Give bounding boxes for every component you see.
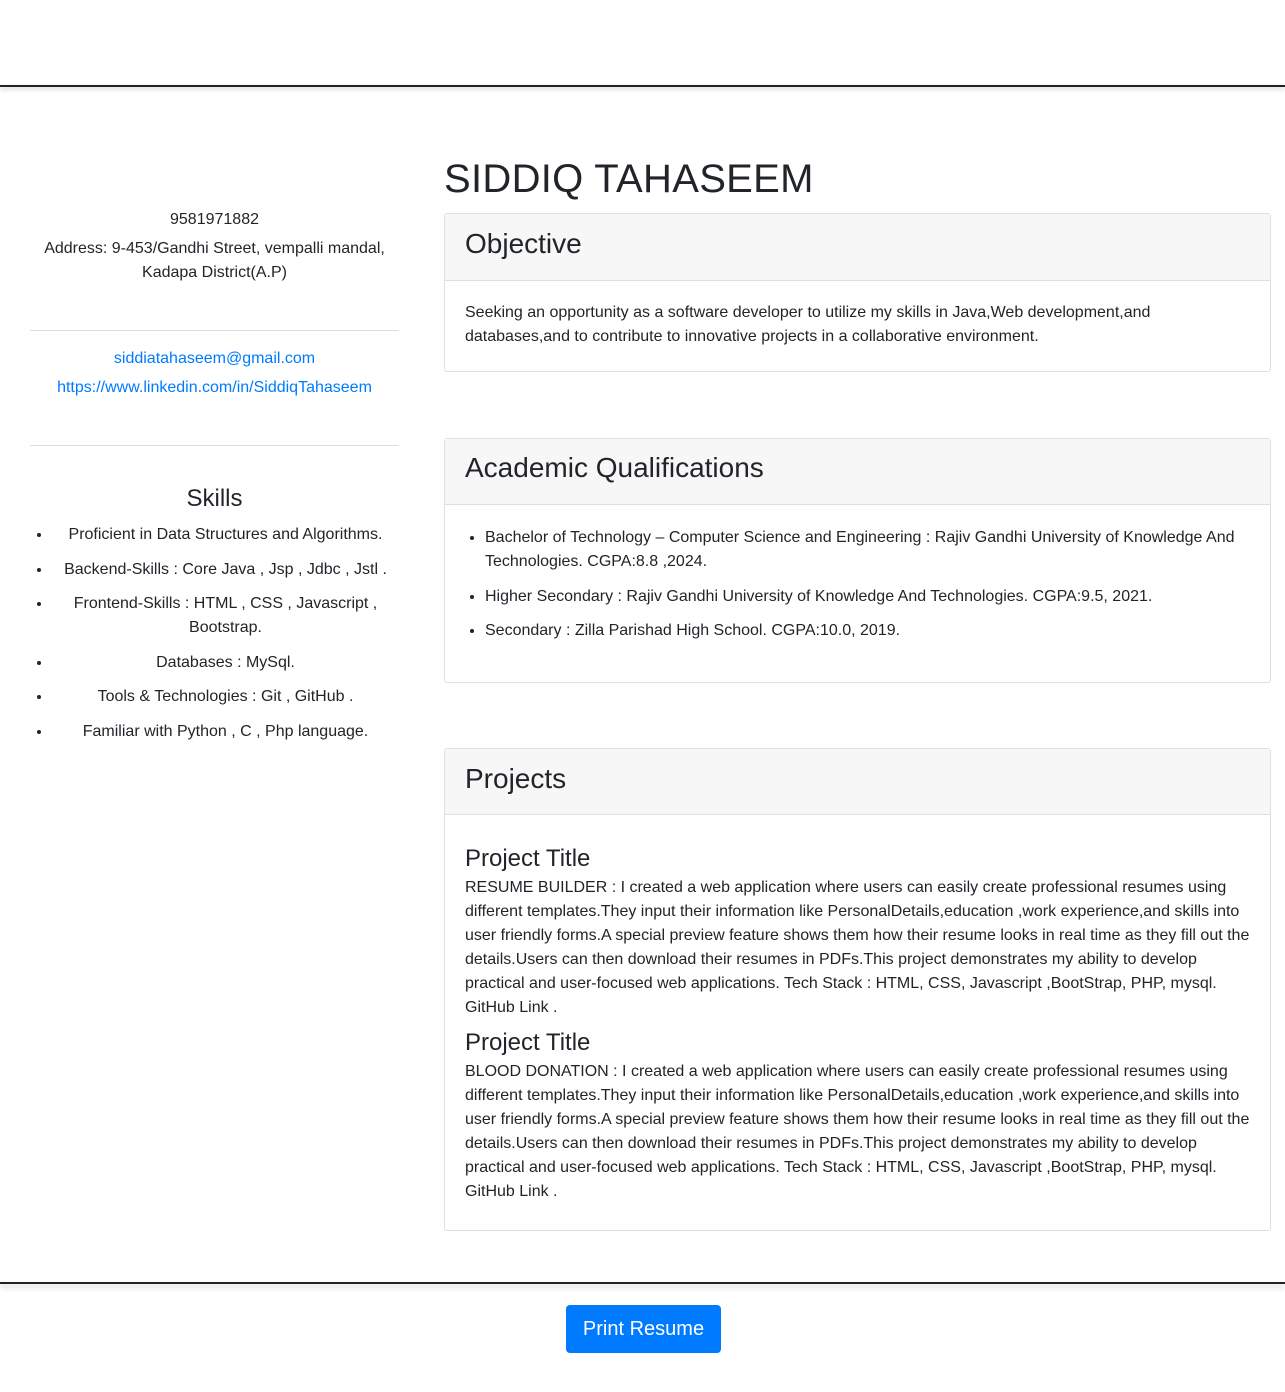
skill-item: Databases : MySql.: [52, 651, 399, 675]
skill-item: Backend-Skills : Core Java , Jsp , Jdbc …: [52, 558, 399, 582]
project-description: RESUME BUILDER : I created a web applica…: [465, 879, 1250, 1016]
objective-header: Objective: [445, 214, 1270, 281]
header-divider: [0, 85, 1285, 87]
projects-header: Projects: [445, 749, 1270, 815]
projects-body: Project Title RESUME BUILDER : I created…: [445, 815, 1270, 1230]
academic-item: Secondary : Zilla Parishad High School. …: [485, 619, 1250, 643]
skill-item: Frontend-Skills : HTML , CSS , Javascrip…: [52, 592, 399, 640]
skill-item: Tools & Technologies : Git , GitHub .: [52, 685, 399, 709]
address: Address: 9-453/Gandhi Street, vempalli m…: [44, 240, 385, 281]
academics-list: Bachelor of Technology – Computer Scienc…: [465, 526, 1250, 643]
objective-text: Seeking an opportunity as a software dev…: [465, 304, 1151, 345]
objective-title: Objective: [465, 228, 582, 259]
email-link[interactable]: siddiatahaseem@gmail.com: [30, 349, 399, 369]
sidebar-divider: [30, 445, 399, 446]
academics-body: Bachelor of Technology – Computer Scienc…: [445, 505, 1270, 682]
projects-title: Projects: [465, 763, 567, 794]
academics-card: Academic Qualifications Bachelor of Tech…: [444, 438, 1271, 683]
print-resume-button[interactable]: Print Resume: [566, 1305, 721, 1353]
project-title: Project Title: [465, 845, 591, 872]
objective-body: Seeking an opportunity as a software dev…: [445, 281, 1270, 371]
skills-list: Proficient in Data Structures and Algori…: [30, 523, 399, 754]
skills-heading: Skills: [186, 485, 243, 512]
phone-number: 9581971882: [170, 211, 259, 228]
project-title: Project Title: [465, 1029, 591, 1056]
linkedin-link[interactable]: https://www.linkedin.com/in/SiddiqTahase…: [30, 378, 399, 398]
academic-item: Higher Secondary : Rajiv Gandhi Universi…: [485, 585, 1250, 609]
academics-header: Academic Qualifications: [445, 439, 1270, 505]
projects-card: Projects Project Title RESUME BUILDER : …: [444, 748, 1271, 1231]
sidebar-divider: [30, 330, 399, 331]
candidate-name: SIDDIQ TAHASEEM: [444, 157, 814, 201]
skill-item: Proficient in Data Structures and Algori…: [52, 523, 399, 547]
academic-item: Bachelor of Technology – Computer Scienc…: [485, 526, 1250, 574]
skill-item: Familiar with Python , C , Php language.: [52, 720, 399, 744]
footer-divider: [0, 1282, 1285, 1284]
objective-card: Objective Seeking an opportunity as a so…: [444, 213, 1271, 372]
academics-title: Academic Qualifications: [465, 452, 764, 483]
project-description: BLOOD DONATION : I created a web applica…: [465, 1063, 1250, 1200]
